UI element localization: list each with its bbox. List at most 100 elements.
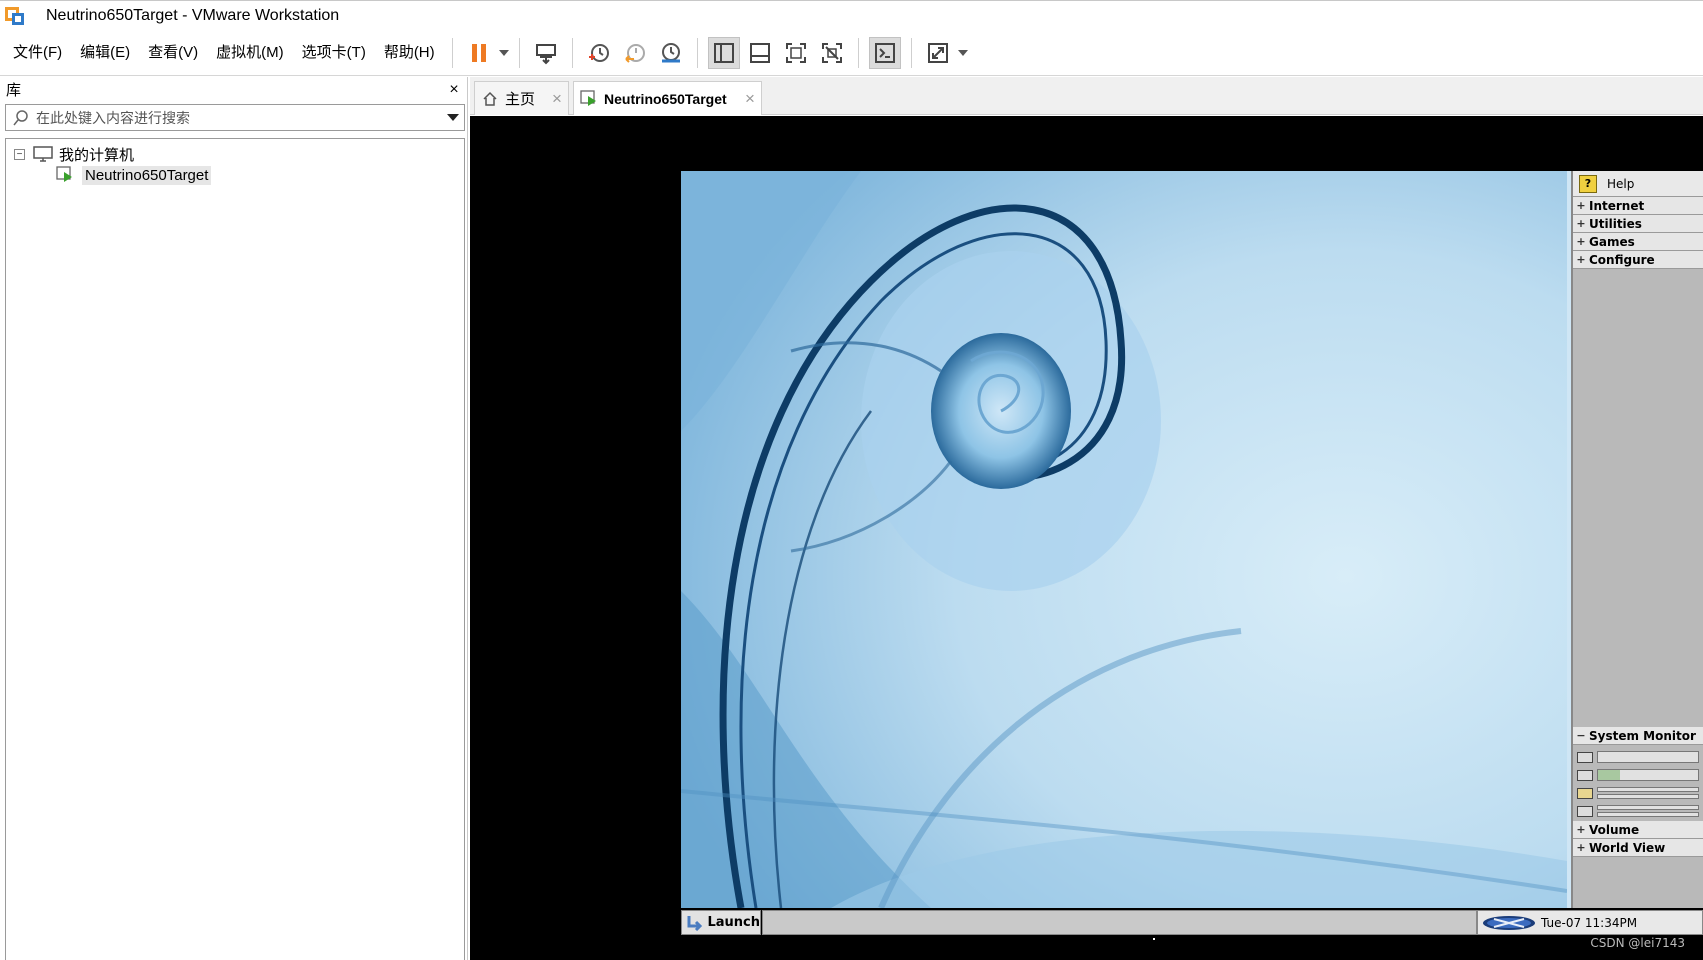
launch-arrow-icon <box>682 915 707 931</box>
console-view-icon <box>874 42 895 63</box>
cpu-monitor <box>1573 748 1703 766</box>
guest-taskbar[interactable] <box>762 910 1477 935</box>
home-icon <box>475 91 505 107</box>
search-dropdown-button[interactable] <box>442 114 464 121</box>
vm-console[interactable]: ? Help + Internet + Utilities + Games + Conf… <box>470 116 1703 960</box>
power-dropdown-button[interactable] <box>497 37 511 69</box>
menu-tabs[interactable]: 选项卡(T) <box>293 38 375 68</box>
cpu-usage-bar <box>1597 751 1699 763</box>
library-close-button[interactable]: × <box>446 81 462 99</box>
tree-item-vm[interactable]: Neutrino650Target <box>56 164 212 186</box>
menu-edit[interactable]: 编辑(E) <box>71 38 139 68</box>
expand-icon: + <box>1576 841 1586 854</box>
guest-group-utilities[interactable]: + Utilities <box>1573 215 1703 233</box>
toolbar-separator <box>696 37 698 68</box>
tree-item-my-computer[interactable]: − 我的计算机 <box>14 143 134 165</box>
show-library-button[interactable] <box>707 36 740 69</box>
group-label: Configure <box>1589 252 1655 267</box>
toolbar-separator <box>518 37 520 68</box>
stretch-guest-icon <box>927 42 948 63</box>
chevron-down-icon <box>498 49 509 56</box>
network-usage-bars <box>1597 805 1699 817</box>
expand-icon: + <box>1576 253 1586 266</box>
tab-strip: 主页 × Neutrino650Target × <box>470 77 1703 115</box>
show-library-icon <box>713 42 734 63</box>
library-search-input[interactable] <box>36 106 442 129</box>
expand-icon: + <box>1576 217 1586 230</box>
qnx-logo-icon <box>1483 915 1535 930</box>
memory-monitor <box>1573 766 1703 784</box>
guest-group-system-monitor[interactable]: − System Monitor <box>1573 727 1703 745</box>
guest-clock-area: Tue-07 11:34PM <box>1477 910 1703 935</box>
library-header: 库 × <box>0 77 470 102</box>
take-snapshot-button[interactable] <box>583 37 615 69</box>
library-search-box <box>5 104 465 131</box>
library-tree: − 我的计算机 Neutrino650Target <box>5 138 465 960</box>
fullscreen-icon <box>785 42 806 63</box>
tree-item-label: Neutrino650Target <box>82 165 212 185</box>
send-ctrl-alt-del-button[interactable] <box>530 37 562 69</box>
disk-monitor <box>1573 784 1703 802</box>
expand-icon: + <box>1576 235 1586 248</box>
tree-item-label: 我的计算机 <box>59 146 135 164</box>
group-label: Volume <box>1589 822 1640 837</box>
stretch-dropdown-button[interactable] <box>956 37 970 69</box>
cpu-icon <box>1577 751 1593 763</box>
show-thumbnail-icon <box>749 42 770 63</box>
memory-icon <box>1577 769 1593 781</box>
title-bar: Neutrino650Target - VMware Workstation <box>0 0 1703 30</box>
expand-icon: + <box>1576 199 1586 212</box>
menu-view[interactable]: 查看(V) <box>139 38 207 68</box>
chevron-down-icon <box>957 49 968 56</box>
tab-close-button[interactable]: × <box>546 89 568 109</box>
group-label: Utilities <box>1589 216 1642 231</box>
guest-help-button[interactable]: ? Help <box>1573 171 1703 197</box>
revert-snapshot-button[interactable] <box>619 37 651 69</box>
tab-home[interactable]: 主页 × <box>474 81 569 115</box>
fullscreen-button[interactable] <box>780 37 812 69</box>
show-thumbnail-button[interactable] <box>744 37 776 69</box>
guest-group-volume[interactable]: + Volume <box>1573 821 1703 839</box>
memory-usage-bar <box>1597 769 1699 781</box>
tab-vm[interactable]: Neutrino650Target × <box>573 81 762 115</box>
guest-group-world-view[interactable]: + World View <box>1573 839 1703 857</box>
guest-desktop[interactable]: ? Help + Internet + Utilities + Games + Conf… <box>681 171 1703 960</box>
guest-clock: Tue-07 11:34PM <box>1541 915 1638 930</box>
panel-splitter[interactable] <box>467 77 468 960</box>
pause-button[interactable] <box>463 37 495 69</box>
unity-icon <box>821 42 842 63</box>
library-title: 库 <box>6 82 22 99</box>
snapshot-manager-button[interactable] <box>655 37 687 69</box>
menu-file[interactable]: 文件(F) <box>4 38 71 68</box>
stretch-guest-button[interactable] <box>922 37 954 69</box>
tab-label: 主页 <box>505 91 536 108</box>
guest-group-games[interactable]: + Games <box>1573 233 1703 251</box>
help-label: Help <box>1607 176 1635 191</box>
toolbar-separator <box>910 37 912 68</box>
guest-group-configure[interactable]: + Configure <box>1573 251 1703 269</box>
computer-icon <box>33 145 53 163</box>
menu-help[interactable]: 帮助(H) <box>375 38 444 68</box>
menu-toolbar: 文件(F) 编辑(E) 查看(V) 虚拟机(M) 选项卡(T) 帮助(H) <box>0 30 1703 76</box>
group-label: Internet <box>1589 198 1645 213</box>
disk-usage-bars <box>1597 787 1699 799</box>
group-label: System Monitor <box>1589 728 1696 743</box>
help-icon: ? <box>1579 174 1597 193</box>
tree-collapse-toggle[interactable]: − <box>14 148 25 160</box>
watermark-text: CSDN @lei7143 <box>1590 936 1685 950</box>
group-label: World View <box>1589 840 1666 855</box>
launch-button[interactable]: Launch <box>681 910 761 935</box>
mouse-cursor <box>1153 938 1155 940</box>
snapshot-revert-icon <box>624 43 645 63</box>
network-monitor <box>1573 802 1703 820</box>
tab-close-button[interactable]: × <box>739 89 761 109</box>
guest-group-internet[interactable]: + Internet <box>1573 197 1703 215</box>
chevron-down-icon <box>447 114 459 121</box>
menu-vm[interactable]: 虚拟机(M) <box>207 38 293 68</box>
console-view-button[interactable] <box>868 36 901 69</box>
wallpaper-image <box>681 171 1567 908</box>
search-icon <box>6 105 36 130</box>
launch-label: Launch <box>707 915 760 930</box>
vm-running-icon <box>574 89 604 108</box>
unity-button[interactable] <box>816 37 848 69</box>
